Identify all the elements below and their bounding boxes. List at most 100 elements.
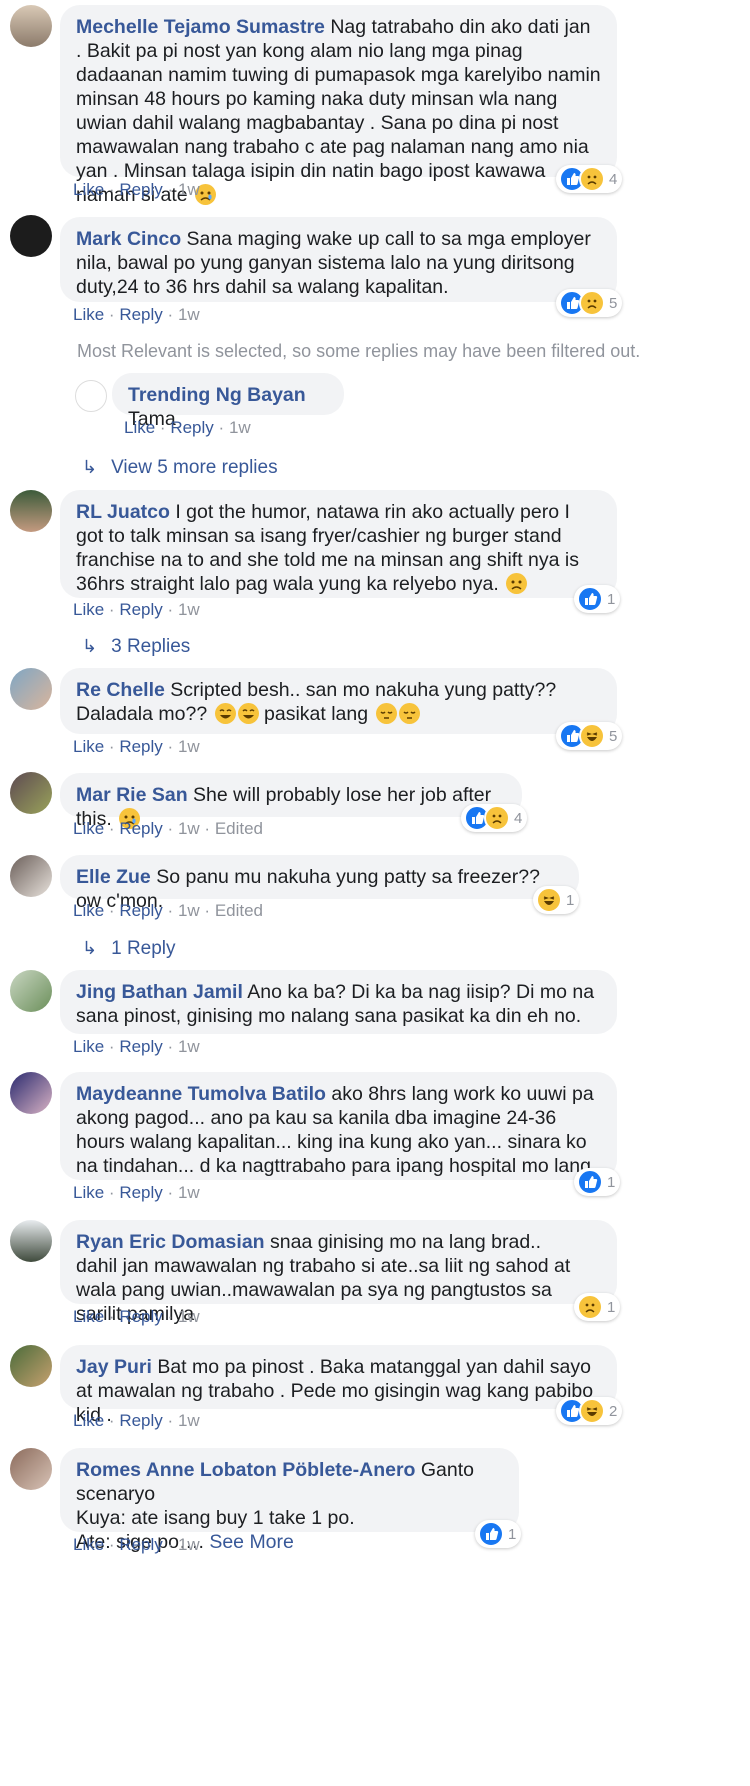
reply-arrow-icon: ↳ [82,457,98,477]
comment-actions: Like · Reply · 1w [73,1535,200,1554]
reply-link[interactable]: Reply [119,1037,162,1056]
comment-bubble: Jing Bathan Jamil Ano ka ba? Di ka ba na… [60,970,617,1034]
avatar[interactable] [10,970,52,1012]
reaction-count: 1 [566,891,575,909]
like-link[interactable]: Like [73,1535,104,1554]
sad-reaction-icon [579,166,605,192]
comment-author[interactable]: Trending Ng Bayan [128,384,306,406]
like-link[interactable]: Like [73,180,104,199]
timestamp[interactable]: 1w [178,180,200,199]
like-link[interactable]: Like [73,600,104,619]
reaction-summary[interactable]: 2 [556,1397,623,1425]
reaction-summary[interactable]: 4 [461,804,528,832]
timestamp[interactable]: 1w [178,1535,200,1554]
reaction-count: 4 [609,170,618,188]
reply-link[interactable]: Reply [119,901,162,920]
sad-reaction-icon [579,290,605,316]
comment-actions: Like · Reply · 1w [124,418,251,437]
reaction-count: 1 [508,1525,517,1543]
timestamp[interactable]: 1w [229,418,251,437]
like-link[interactable]: Like [73,305,104,324]
comment-bubble: Mark Cinco Sana maging wake up call to s… [60,217,617,302]
timestamp[interactable]: 1w [178,1411,200,1430]
comment-author[interactable]: Elle Zue [76,866,151,888]
timestamp[interactable]: 1w [178,1307,200,1326]
tears-of-joy-emoji-icon [237,703,259,724]
comment-bubble: Maydeanne Tumolva Batilo ako 8hrs lang w… [60,1072,617,1180]
reply-link[interactable]: Reply [119,819,162,838]
comment-actions: Like · Reply · 1w [73,1307,200,1326]
haha-reaction-icon [536,887,562,913]
avatar[interactable] [10,1220,52,1262]
sad-reaction-icon [577,1294,603,1320]
like-link[interactable]: Like [73,819,104,838]
reply-link[interactable]: Reply [119,737,162,756]
view-replies-link[interactable]: ↳ 3 Replies [82,636,190,658]
comment-author[interactable]: Mechelle Tejamo Sumastre [76,16,325,38]
avatar[interactable] [10,215,52,257]
like-link[interactable]: Like [73,1307,104,1326]
timestamp[interactable]: 1w [178,737,200,756]
avatar[interactable] [75,380,107,412]
comment-author[interactable]: Re Chelle [76,679,165,701]
timestamp[interactable]: 1w [178,600,200,619]
comment-author[interactable]: Maydeanne Tumolva Batilo [76,1083,326,1105]
reaction-count: 1 [607,1173,616,1191]
comment-bubble: Mar Rie San She will probably lose her j… [60,773,522,830]
timestamp[interactable]: 1w [178,819,200,838]
reaction-summary[interactable]: 4 [556,165,623,193]
like-link[interactable]: Like [73,737,104,756]
reaction-count: 5 [609,294,618,312]
comment-author[interactable]: Ryan Eric Domasian [76,1231,265,1253]
comment-actions: Like · Reply · 1w [73,180,200,199]
reaction-summary[interactable]: 5 [556,289,623,317]
reply-link[interactable]: Reply [119,180,162,199]
like-link[interactable]: Like [73,1037,104,1056]
comment-author[interactable]: Jing Bathan Jamil [76,981,243,1003]
see-more-link[interactable]: See More [209,1531,294,1553]
comment-author[interactable]: Romes Anne Lobaton Pöblete-Anero [76,1459,415,1481]
comment-author[interactable]: Mark Cinco [76,228,181,250]
reply-link[interactable]: Reply [119,600,162,619]
avatar[interactable] [10,1448,52,1490]
like-link[interactable]: Like [73,901,104,920]
timestamp[interactable]: 1w [178,305,200,324]
reaction-summary[interactable]: 1 [533,886,580,914]
comment-bubble: Re Chelle Scripted besh.. san mo nakuha … [60,668,617,734]
avatar[interactable] [10,855,52,897]
like-link[interactable]: Like [73,1411,104,1430]
avatar[interactable] [10,1072,52,1114]
comment-author[interactable]: Mar Rie San [76,784,188,806]
view-more-replies-link[interactable]: ↳ View 5 more replies [82,457,278,479]
reply-link[interactable]: Reply [119,1307,162,1326]
reaction-count: 5 [609,727,618,745]
reaction-summary[interactable]: 5 [556,722,623,750]
reply-link[interactable]: Reply [170,418,213,437]
like-link[interactable]: Like [73,1183,104,1202]
reply-link[interactable]: Reply [119,1535,162,1554]
tears-of-joy-emoji-icon [214,703,236,724]
reply-link[interactable]: Reply [119,305,162,324]
timestamp[interactable]: 1w [178,1183,200,1202]
timestamp[interactable]: 1w [178,901,200,920]
view-replies-link[interactable]: ↳ 1 Reply [82,938,176,960]
haha-reaction-icon [579,1398,605,1424]
avatar[interactable] [10,5,52,47]
like-link[interactable]: Like [124,418,155,437]
reply-link[interactable]: Reply [119,1411,162,1430]
reply-arrow-icon: ↳ [82,636,98,656]
reaction-summary[interactable]: 1 [574,585,621,613]
comment-bubble: RL Juatco I got the humor, natawa rin ak… [60,490,617,598]
avatar[interactable] [10,772,52,814]
avatar[interactable] [10,668,52,710]
reaction-summary[interactable]: 1 [574,1168,621,1196]
reaction-summary[interactable]: 1 [475,1520,522,1548]
comment-author[interactable]: RL Juatco [76,501,170,523]
avatar[interactable] [10,490,52,532]
comment-author[interactable]: Jay Puri [76,1356,152,1378]
reply-link[interactable]: Reply [119,1183,162,1202]
timestamp[interactable]: 1w [178,1037,200,1056]
reaction-count: 4 [514,809,523,827]
reaction-summary[interactable]: 1 [574,1293,621,1321]
avatar[interactable] [10,1345,52,1387]
